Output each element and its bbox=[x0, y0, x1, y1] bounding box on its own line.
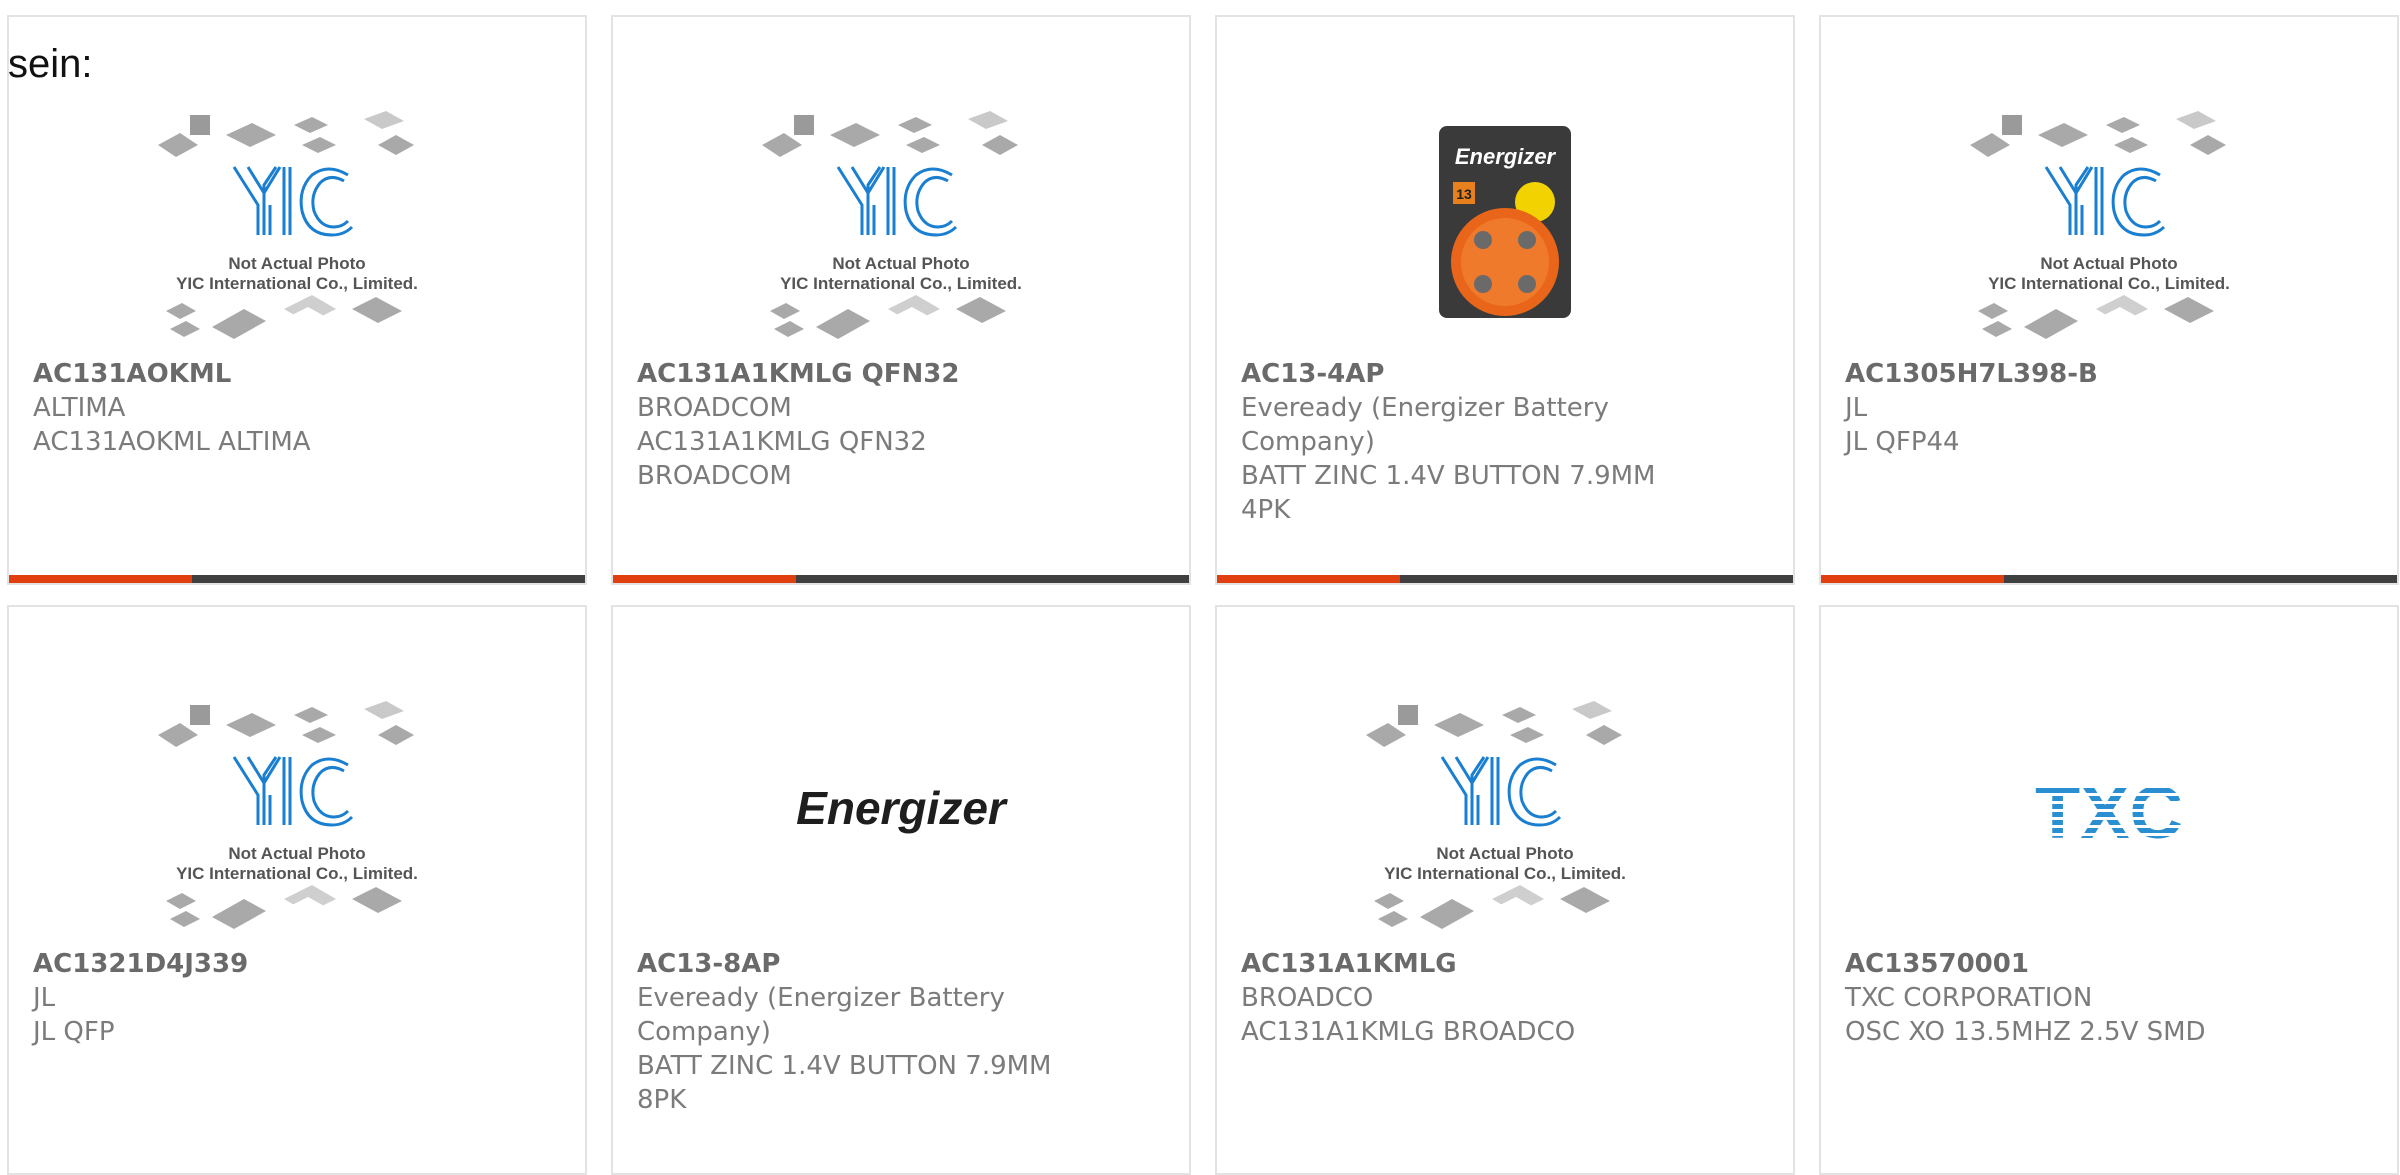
product-card[interactable]: Not Actual Photo YIC International Co., … bbox=[7, 605, 587, 1175]
product-image[interactable]: Not Actual Photo YIC International Co., … bbox=[9, 77, 585, 367]
placeholder-photo-icon: Not Actual Photo YIC International Co., … bbox=[1366, 701, 1626, 929]
product-manufacturer: JL bbox=[1845, 393, 1868, 423]
card-accent bbox=[613, 575, 796, 583]
product-text: AC13570001 TXC CORPORATION OSC XO 13.5MH… bbox=[1845, 947, 2287, 1049]
product-grid: Not Actual Photo YIC International Co., … bbox=[7, 15, 2399, 1175]
placeholder-photo-icon: Not Actual Photo YIC International Co., … bbox=[158, 701, 418, 929]
product-image[interactable]: Not Actual Photo YIC International Co., … bbox=[613, 77, 1189, 367]
energizer-logo-icon: Energizer bbox=[796, 782, 1008, 834]
product-image[interactable]: TXC bbox=[1821, 667, 2397, 957]
product-title[interactable]: AC1321D4J339 bbox=[33, 947, 475, 981]
product-manufacturer: JL bbox=[33, 983, 56, 1013]
product-title[interactable]: AC1305H7L398-B bbox=[1845, 357, 2287, 391]
product-text: AC13-4AP Eveready (Energizer Battery Com… bbox=[1241, 357, 1683, 527]
product-title[interactable]: AC131A1KMLG QFN32 bbox=[637, 357, 1079, 391]
product-description: JL QFP bbox=[33, 1017, 115, 1047]
product-image[interactable]: Energizer 13 bbox=[1217, 77, 1793, 367]
product-description: JL QFP44 bbox=[1845, 427, 1960, 457]
placeholder-photo-icon: Not Actual Photo YIC International Co., … bbox=[1970, 111, 2230, 339]
product-description: BATT ZINC 1.4V BUTTON 7.9MM 4PK bbox=[1241, 461, 1656, 525]
product-manufacturer: TXC CORPORATION bbox=[1845, 983, 2093, 1013]
energizer-logo-text: Energizer bbox=[796, 782, 1008, 834]
product-title[interactable]: AC13-4AP bbox=[1241, 357, 1683, 391]
card-accent-bar bbox=[1821, 575, 2397, 583]
product-card[interactable]: TXC AC13570001 TXC CORPORATION OSC XO 13… bbox=[1819, 605, 2399, 1175]
card-accent-bar bbox=[613, 575, 1189, 583]
placeholder-photo-icon: Not Actual Photo YIC International Co., … bbox=[158, 111, 418, 339]
card-accent bbox=[1217, 575, 1400, 583]
product-image[interactable]: Not Actual Photo YIC International Co., … bbox=[9, 667, 585, 957]
placeholder-photo-icon: Not Actual Photo YIC International Co., … bbox=[762, 111, 1022, 339]
product-description: AC131A1KMLG BROADCO bbox=[1241, 1017, 1576, 1047]
product-description: BATT ZINC 1.4V BUTTON 7.9MM 8PK bbox=[637, 1051, 1052, 1115]
placeholder-caption-2: YIC International Co., Limited. bbox=[176, 274, 418, 293]
battery-brand: Energizer bbox=[1455, 144, 1557, 169]
card-accent-bar bbox=[1217, 575, 1793, 583]
product-card[interactable]: Energizer AC13-8AP Eveready (Energizer B… bbox=[611, 605, 1191, 1175]
placeholder-caption-1: Not Actual Photo bbox=[228, 844, 365, 863]
product-description: OSC XO 13.5MHZ 2.5V SMD bbox=[1845, 1017, 2206, 1047]
product-text: AC1305H7L398-B JL JL QFP44 bbox=[1845, 357, 2287, 459]
product-card[interactable]: Energizer 13 AC13-4AP Eveready (Energize… bbox=[1215, 15, 1795, 585]
product-text: AC131A1KMLG BROADCO AC131A1KMLG BROADCO bbox=[1241, 947, 1683, 1049]
battery-pack-icon: Energizer 13 bbox=[1439, 126, 1571, 318]
product-text: AC131A1KMLG QFN32 BROADCOM AC131A1KMLG Q… bbox=[637, 357, 1079, 493]
txc-logo-icon: TXC bbox=[2035, 772, 2183, 852]
product-description: AC131AOKML ALTIMA bbox=[33, 427, 311, 457]
product-title[interactable]: AC131AOKML bbox=[33, 357, 475, 391]
placeholder-caption-1: Not Actual Photo bbox=[832, 254, 969, 273]
product-text: AC131AOKML ALTIMA AC131AOKML ALTIMA bbox=[33, 357, 475, 459]
product-manufacturer: BROADCO bbox=[1241, 983, 1374, 1013]
product-card[interactable]: Not Actual Photo YIC International Co., … bbox=[1819, 15, 2399, 585]
placeholder-caption-2: YIC International Co., Limited. bbox=[780, 274, 1022, 293]
card-accent-bar bbox=[9, 575, 585, 583]
placeholder-caption-1: Not Actual Photo bbox=[1436, 844, 1573, 863]
product-image[interactable]: Not Actual Photo YIC International Co., … bbox=[1217, 667, 1793, 957]
card-accent bbox=[1821, 575, 2004, 583]
product-manufacturer: ALTIMA bbox=[33, 393, 126, 423]
product-title[interactable]: AC13-8AP bbox=[637, 947, 1079, 981]
product-description: AC131A1KMLG QFN32 BROADCOM bbox=[637, 427, 927, 491]
product-image[interactable]: Not Actual Photo YIC International Co., … bbox=[1821, 77, 2397, 367]
product-title[interactable]: AC13570001 bbox=[1845, 947, 2287, 981]
product-text: AC1321D4J339 JL JL QFP bbox=[33, 947, 475, 1049]
product-image[interactable]: Energizer bbox=[613, 667, 1189, 957]
txc-logo-text: TXC bbox=[2035, 772, 2183, 852]
product-manufacturer: Eveready (Energizer Battery Company) bbox=[1241, 393, 1609, 457]
product-title[interactable]: AC131A1KMLG bbox=[1241, 947, 1683, 981]
battery-size: 13 bbox=[1456, 186, 1472, 202]
placeholder-caption-2: YIC International Co., Limited. bbox=[1384, 864, 1626, 883]
product-manufacturer: Eveready (Energizer Battery Company) bbox=[637, 983, 1005, 1047]
placeholder-caption-2: YIC International Co., Limited. bbox=[176, 864, 418, 883]
product-manufacturer: BROADCOM bbox=[637, 393, 792, 423]
placeholder-caption-1: Not Actual Photo bbox=[2040, 254, 2177, 273]
product-card[interactable]: Not Actual Photo YIC International Co., … bbox=[1215, 605, 1795, 1175]
card-accent bbox=[9, 575, 192, 583]
product-card[interactable]: Not Actual Photo YIC International Co., … bbox=[7, 15, 587, 585]
lead-text: sein: bbox=[8, 42, 93, 86]
placeholder-caption-2: YIC International Co., Limited. bbox=[1988, 274, 2230, 293]
placeholder-caption-1: Not Actual Photo bbox=[228, 254, 365, 273]
product-text: AC13-8AP Eveready (Energizer Battery Com… bbox=[637, 947, 1079, 1117]
product-card[interactable]: Not Actual Photo YIC International Co., … bbox=[611, 15, 1191, 585]
